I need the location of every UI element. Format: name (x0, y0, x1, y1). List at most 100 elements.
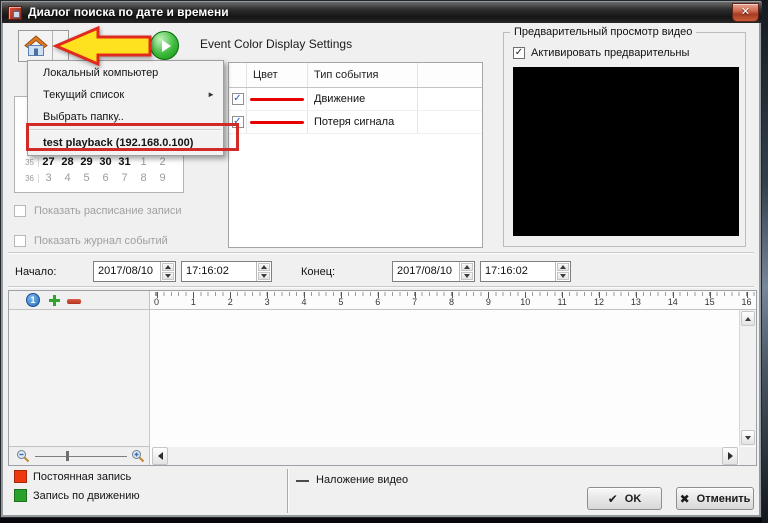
calendar-week-row: 363456789 (17, 170, 181, 186)
ruler-number: 0 (154, 297, 159, 307)
x-icon: ✖ (680, 492, 690, 506)
ruler-number: 6 (375, 297, 380, 307)
end-time-value: 17:16:02 (485, 265, 528, 277)
timeline-ruler[interactable]: 012345678910111213141516 (150, 291, 756, 310)
calendar-week-number: 36 (17, 174, 39, 183)
ruler-number: 16 (741, 297, 751, 307)
calendar-day[interactable]: 2 (153, 156, 172, 168)
end-date-spinner[interactable] (459, 262, 474, 281)
start-date-field[interactable]: 2017/08/10 (93, 261, 176, 282)
calendar-day[interactable]: 27 (39, 156, 58, 168)
end-date-field[interactable]: 2017/08/10 (392, 261, 475, 282)
zoom-slider-track[interactable] (35, 456, 127, 457)
calendar-day[interactable]: 30 (96, 156, 115, 168)
header-empty (418, 63, 482, 87)
legend-label: Постоянная запись (33, 471, 131, 483)
calendar-week-number: 35 (17, 158, 39, 167)
scroll-left-icon[interactable] (152, 447, 168, 465)
preview-groupbox: Предварительный просмотр видео ✓ Активир… (503, 32, 746, 247)
ruler-number: 11 (557, 297, 566, 307)
legend-item: Запись по движению (14, 489, 140, 502)
app-icon (8, 6, 22, 20)
calendar-day[interactable]: 9 (153, 172, 172, 184)
end-date-value: 2017/08/10 (397, 265, 452, 277)
ruler-number: 9 (486, 297, 491, 307)
end-time-spinner[interactable] (555, 262, 570, 281)
ok-button[interactable]: ✔ OK (587, 487, 662, 510)
vertical-scrollbar[interactable] (739, 310, 756, 446)
start-time-spinner[interactable] (256, 262, 271, 281)
option-checkbox[interactable] (14, 205, 26, 217)
calendar-day[interactable]: 5 (77, 172, 96, 184)
ruler-number: 15 (705, 297, 715, 307)
separator (8, 252, 754, 254)
preview-enable-row[interactable]: ✓ Активировать предварительны (513, 47, 689, 59)
option-checkbox[interactable] (14, 235, 26, 247)
start-date-value: 2017/08/10 (98, 265, 153, 277)
option-row[interactable]: Показать расписание записи (14, 205, 182, 217)
close-button[interactable]: ✕ (732, 3, 759, 22)
titlebar[interactable]: Диалог поиска по дате и времени ✕ (2, 2, 762, 23)
calendar-day[interactable]: 28 (58, 156, 77, 168)
event-color-line (250, 98, 304, 101)
table-header-row: Цвет Тип события (229, 63, 482, 88)
scrollbar-corner (739, 447, 756, 465)
channel-badge: 1 (26, 293, 40, 307)
calendar-day[interactable]: 1 (134, 156, 153, 168)
zoom-slider-area (9, 446, 150, 465)
event-color-cell[interactable] (247, 88, 308, 110)
zoom-slider-thumb[interactable] (66, 451, 69, 461)
separator (8, 286, 754, 288)
option-label: Показать журнал событий (34, 235, 168, 247)
end-label: Конец: (301, 266, 335, 278)
preview-group-title: Предварительный просмотр видео (510, 26, 696, 38)
event-empty-cell (418, 88, 482, 110)
header-color: Цвет (247, 63, 308, 87)
left-options: Показать расписание записи Показать журна… (14, 205, 182, 265)
start-time-field[interactable]: 17:16:02 (181, 261, 272, 282)
menu-item-label: Текущий список (43, 89, 124, 101)
scroll-right-icon[interactable] (722, 447, 738, 465)
cancel-button[interactable]: ✖ Отменить (676, 487, 754, 510)
add-icon[interactable] (48, 294, 61, 310)
video-preview-area (513, 67, 739, 236)
event-color-cell[interactable] (247, 111, 308, 133)
option-row[interactable]: Показать журнал событий (14, 235, 182, 247)
calendar-week-row: 35272829303112 (17, 154, 181, 170)
preview-checkbox[interactable]: ✓ (513, 47, 525, 59)
calendar-day[interactable]: 29 (77, 156, 96, 168)
event-checkbox[interactable]: ✓ (232, 93, 244, 105)
menu-item[interactable]: Текущий список► (28, 84, 223, 106)
scroll-up-icon[interactable] (741, 311, 755, 326)
end-time-field[interactable]: 17:16:02 (480, 261, 571, 282)
horizontal-scrollbar[interactable] (168, 447, 722, 465)
remove-icon[interactable] (67, 299, 81, 304)
calendar-day[interactable]: 7 (115, 172, 134, 184)
start-date-spinner[interactable] (160, 262, 175, 281)
calendar-day[interactable]: 3 (39, 172, 58, 184)
scroll-down-icon[interactable] (741, 430, 755, 445)
zoom-in-icon[interactable] (131, 449, 145, 466)
timeline-panel: 1 012345678910111213141516 (8, 290, 757, 466)
check-icon: ✔ (608, 492, 618, 506)
zoom-out-icon[interactable] (16, 449, 30, 466)
home-icon[interactable] (19, 31, 52, 61)
calendar-day[interactable]: 6 (96, 172, 115, 184)
preview-checkbox-label: Активировать предварительны (531, 47, 689, 59)
annotation-arrow-icon (52, 24, 154, 68)
option-label: Показать расписание записи (34, 205, 182, 217)
legend-item: Постоянная запись (14, 470, 140, 483)
ruler-number: 7 (412, 297, 417, 307)
channel-list-area (9, 310, 150, 446)
calendar-day[interactable]: 8 (134, 172, 153, 184)
section-heading: Event Color Display Settings (200, 37, 352, 51)
play-button[interactable] (150, 31, 179, 60)
cancel-label: Отменить (697, 493, 751, 505)
legend-color-swatch (14, 470, 27, 483)
calendar-day[interactable]: 4 (58, 172, 77, 184)
screenshot-root: Диалог поиска по дате и времени ✕ ▼ Even… (0, 0, 768, 523)
event-color-table: Цвет Тип события ✓Движение✓Потеря сигнал… (228, 62, 483, 248)
calendar-day[interactable]: 31 (115, 156, 134, 168)
event-type-label: Движение (308, 88, 418, 110)
timeline-track-area[interactable] (150, 310, 739, 446)
